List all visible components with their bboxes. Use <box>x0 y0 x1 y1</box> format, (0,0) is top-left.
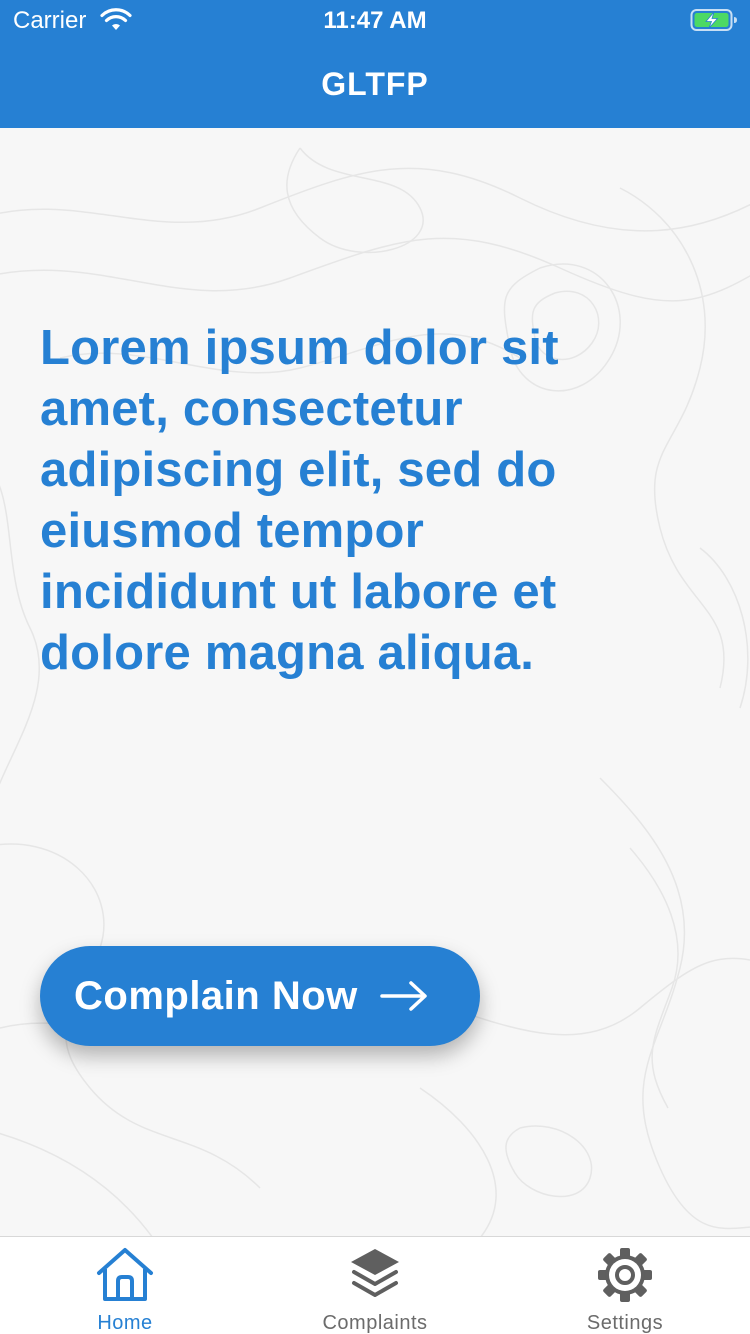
arrow-right-icon <box>380 981 427 1011</box>
home-icon <box>97 1248 153 1301</box>
tab-complaints-label: Complaints <box>322 1312 428 1334</box>
hero-headline: Lorem ipsum dolor sit amet, consectetur … <box>40 321 559 680</box>
status-bar: Carrier 11:47 AM <box>0 0 750 40</box>
tab-complaints[interactable]: Complaints <box>250 1237 500 1334</box>
tab-settings[interactable]: Settings <box>500 1237 750 1334</box>
bottom-tab-bar: Home Complaints Settings <box>0 1236 750 1334</box>
gear-icon <box>598 1248 652 1302</box>
complain-now-button[interactable]: Complain Now <box>40 946 480 1046</box>
complain-now-label: Complain Now <box>74 974 358 1018</box>
battery-charging-icon <box>690 9 737 31</box>
tab-settings-label: Settings <box>586 1312 664 1334</box>
page-title: GLTFP <box>321 66 429 102</box>
tab-home[interactable]: Home <box>0 1237 250 1334</box>
app-header: Carrier 11:47 AM GLTFP <box>0 0 750 128</box>
layers-icon <box>351 1249 399 1297</box>
status-time: 11:47 AM <box>323 7 427 34</box>
tab-home-label: Home <box>97 1312 153 1334</box>
home-screen: Carrier 11:47 AM GLTFP Lorem ipsum dolor… <box>0 0 750 1334</box>
